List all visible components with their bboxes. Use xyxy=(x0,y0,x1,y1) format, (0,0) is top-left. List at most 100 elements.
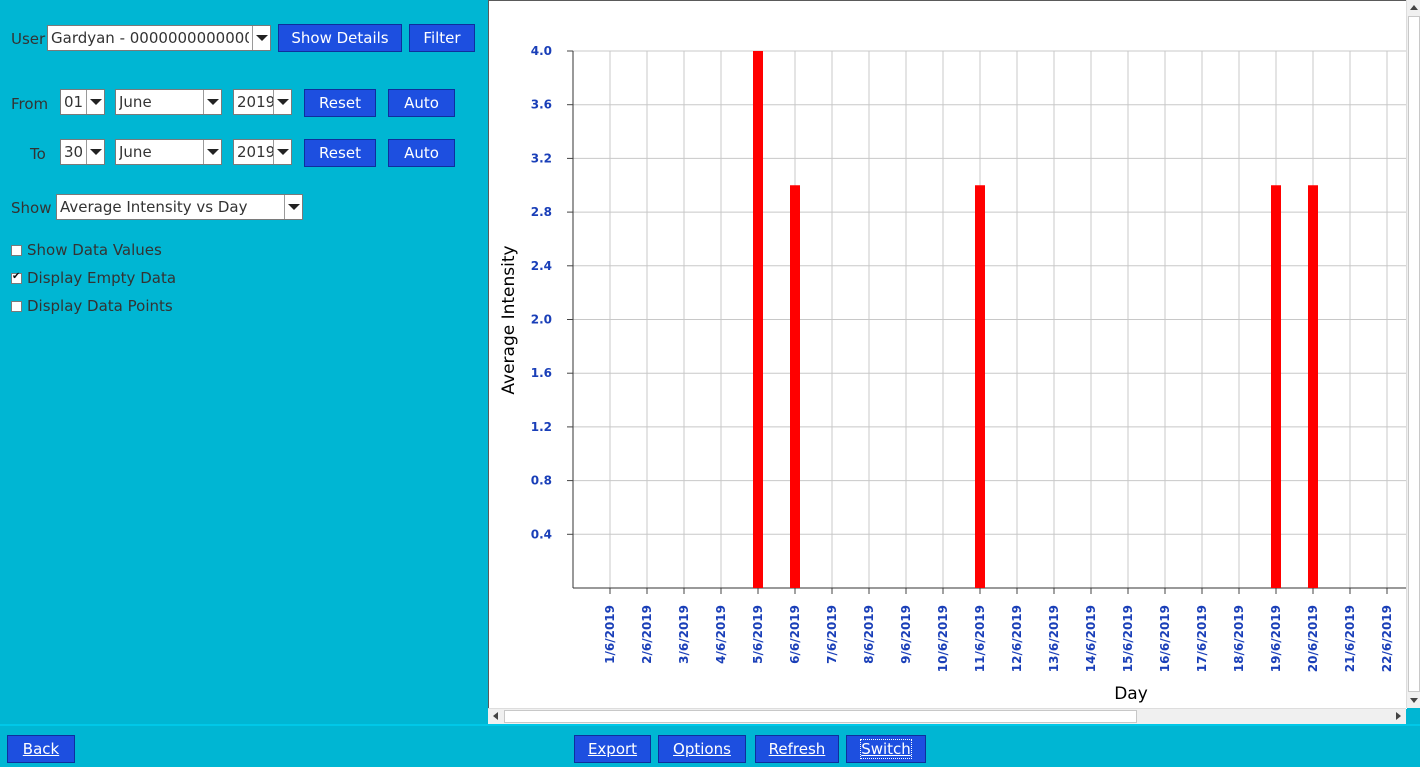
auto-label: Auto xyxy=(404,144,439,162)
bar-19-6-2019 xyxy=(1271,185,1281,588)
y-tick-label: 3.6 xyxy=(531,98,552,112)
chevron-down-icon[interactable] xyxy=(252,26,270,50)
vertical-scroll-thumb[interactable] xyxy=(1408,16,1420,692)
x-tick-label: 2/6/2019 xyxy=(640,605,654,664)
show-details-button[interactable]: Show Details xyxy=(278,24,402,52)
x-tick-label: 20/6/2019 xyxy=(1306,605,1320,672)
checkbox-2[interactable] xyxy=(11,301,22,312)
from-year-select[interactable]: 2019 xyxy=(233,89,292,115)
to-year-select[interactable]: 2019 xyxy=(233,139,292,165)
x-tick-label: 19/6/2019 xyxy=(1269,605,1283,672)
horizontal-scrollbar[interactable] xyxy=(488,708,1406,724)
bar-chart: 0.4 0.8 1.2 1.6 2.0 2.4 2.8 3.2 3.6 4.0 1/6/2019 2/… xyxy=(499,44,1407,704)
x-tick-label: 14/6/2019 xyxy=(1084,605,1098,672)
show-details-label: Show Details xyxy=(291,29,389,47)
auto-label: Auto xyxy=(404,94,439,112)
bar-6-6-2019 xyxy=(790,185,800,588)
x-tick-label: 17/6/2019 xyxy=(1195,605,1209,672)
y-tick-label: 1.6 xyxy=(531,366,552,380)
y-tick-label: 1.2 xyxy=(531,420,552,434)
to-year-value: 2019 xyxy=(237,143,276,161)
x-tick-label: 10/6/2019 xyxy=(936,605,950,672)
to-day-select[interactable]: 30 xyxy=(60,139,105,165)
x-tick-label: 13/6/2019 xyxy=(1047,605,1061,672)
from-reset-button[interactable]: Reset xyxy=(304,89,376,117)
chevron-down-icon[interactable] xyxy=(203,90,221,114)
x-tick-label: 9/6/2019 xyxy=(899,605,913,664)
x-tick-label: 1/6/2019 xyxy=(603,605,617,664)
checkbox-label-0[interactable]: Show Data Values xyxy=(27,241,162,259)
x-tick-label: 18/6/2019 xyxy=(1232,605,1246,672)
x-tick-label: 3/6/2019 xyxy=(677,605,691,664)
switch-label: Switch xyxy=(860,739,912,759)
reset-label: Reset xyxy=(319,144,361,162)
back-button[interactable]: Back xyxy=(7,735,75,763)
checkbox-label-2[interactable]: Display Data Points xyxy=(27,297,173,315)
options-button[interactable]: Options xyxy=(658,735,746,763)
chevron-down-icon[interactable] xyxy=(284,195,302,219)
y-tick-label: 2.8 xyxy=(531,205,552,219)
chevron-down-icon[interactable] xyxy=(203,140,221,164)
y-axis-title: Average Intensity xyxy=(499,245,519,394)
from-month-select[interactable]: June xyxy=(115,89,222,115)
user-select-value: Gardyan - 000000000000000 xyxy=(51,29,249,47)
to-reset-button[interactable]: Reset xyxy=(304,139,376,167)
chevron-down-icon[interactable] xyxy=(273,90,291,114)
from-label: From xyxy=(11,95,49,113)
y-tick-label: 0.8 xyxy=(531,474,552,488)
x-tick-label: 6/6/2019 xyxy=(788,605,802,664)
bar-20-6-2019 xyxy=(1308,185,1318,588)
from-auto-button[interactable]: Auto xyxy=(388,89,455,117)
chart-area: 0.4 0.8 1.2 1.6 2.0 2.4 2.8 3.2 3.6 4.0 1/6/2019 2/… xyxy=(488,0,1407,709)
checkbox-0[interactable] xyxy=(11,245,22,256)
show-label: Show xyxy=(11,199,52,217)
y-tick-label: 0.4 xyxy=(531,527,552,541)
refresh-label: Refresh xyxy=(768,740,826,758)
from-day-select[interactable]: 01 xyxy=(60,89,105,115)
scroll-down-icon[interactable] xyxy=(1407,693,1420,707)
checkbox-label-1[interactable]: Display Empty Data xyxy=(27,269,176,287)
y-tick-label: 3.2 xyxy=(531,151,552,165)
reset-label: Reset xyxy=(319,94,361,112)
checkbox-1[interactable] xyxy=(11,271,22,284)
show-select[interactable]: Average Intensity vs Day xyxy=(56,194,303,220)
bar-11-6-2019 xyxy=(975,185,985,588)
x-tick-label: 16/6/2019 xyxy=(1158,605,1172,672)
x-tick-label: 22/6/2019 xyxy=(1380,605,1394,672)
x-tick-label: 21/6/2019 xyxy=(1343,605,1357,672)
to-month-value: June xyxy=(119,143,152,161)
from-month-value: June xyxy=(119,93,152,111)
user-select[interactable]: Gardyan - 000000000000000 xyxy=(47,25,271,51)
to-auto-button[interactable]: Auto xyxy=(388,139,455,167)
x-axis-title: Day xyxy=(1114,684,1148,704)
to-day-value: 30 xyxy=(64,143,84,161)
vertical-scrollbar[interactable] xyxy=(1406,0,1420,708)
refresh-button[interactable]: Refresh xyxy=(755,735,839,763)
options-label: Options xyxy=(673,740,731,758)
bar-5-6-2019 xyxy=(753,51,763,588)
user-label: User xyxy=(11,30,46,48)
filter-button[interactable]: Filter xyxy=(409,24,475,52)
y-tick-label: 4.0 xyxy=(531,44,552,58)
x-tick-label: 7/6/2019 xyxy=(825,605,839,664)
filter-label: Filter xyxy=(423,29,461,47)
x-tick-label: 12/6/2019 xyxy=(1010,605,1024,672)
chevron-down-icon[interactable] xyxy=(273,140,291,164)
bottom-toolbar: Back Export Options Refresh Switch xyxy=(0,724,1420,767)
export-button[interactable]: Export xyxy=(574,735,651,763)
chevron-down-icon[interactable] xyxy=(86,140,104,164)
show-select-value: Average Intensity vs Day xyxy=(60,198,248,216)
y-tick-label: 2.4 xyxy=(531,259,552,273)
scroll-right-icon[interactable] xyxy=(1391,709,1405,723)
switch-button[interactable]: Switch xyxy=(846,735,926,763)
scroll-up-icon[interactable] xyxy=(1407,1,1420,15)
scroll-left-icon[interactable] xyxy=(489,709,503,723)
x-tick-label: 15/6/2019 xyxy=(1121,605,1135,672)
horizontal-scroll-thumb[interactable] xyxy=(504,710,1137,723)
x-tick-label: 4/6/2019 xyxy=(714,605,728,664)
export-label: Export xyxy=(587,740,638,758)
from-day-value: 01 xyxy=(64,93,84,111)
to-month-select[interactable]: June xyxy=(115,139,222,165)
chevron-down-icon[interactable] xyxy=(86,90,104,114)
to-label: To xyxy=(30,145,46,163)
